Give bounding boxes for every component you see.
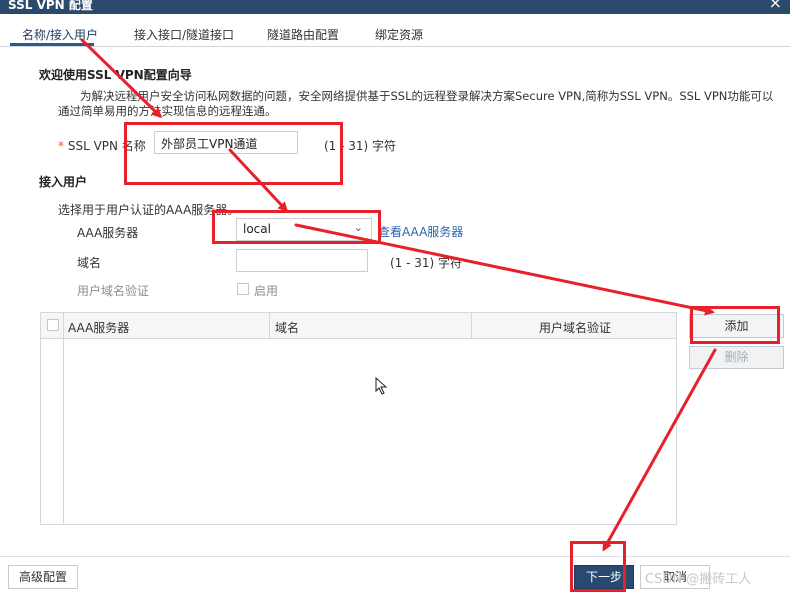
arrow-name-to-aaa: [228, 148, 289, 213]
arrow-aaa-to-add: [294, 223, 715, 316]
arrow-add-to-next: [602, 348, 717, 552]
arrow-tab-to-name: [80, 38, 163, 119]
annotation-arrows: [80, 38, 717, 552]
